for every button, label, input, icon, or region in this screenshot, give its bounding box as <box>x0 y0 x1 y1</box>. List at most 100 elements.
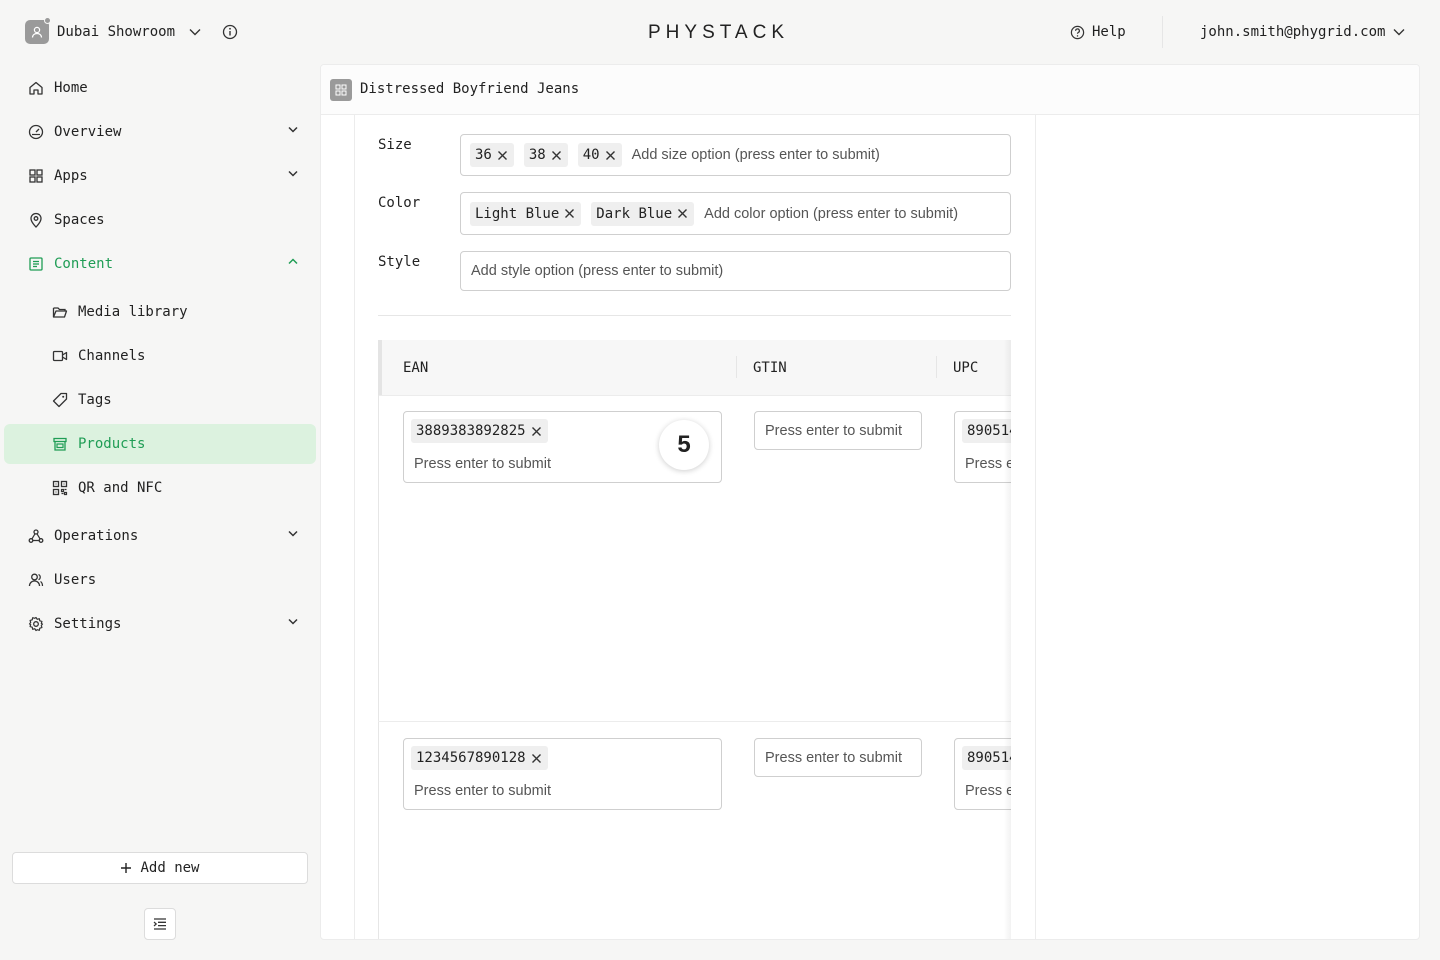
close-icon[interactable] <box>564 208 575 219</box>
content-border-left <box>354 115 355 939</box>
help-button[interactable]: Help <box>1070 24 1126 40</box>
home-icon <box>29 81 43 95</box>
column-header-upc: UPC <box>953 360 979 376</box>
sidebar-item-operations[interactable]: Operations <box>4 516 316 556</box>
top-bar: Dubai Showroom PHYSTACK Help john.smith@… <box>0 0 1440 64</box>
upc-input[interactable]: 890514 Press enter to submit <box>954 411 1011 483</box>
close-icon[interactable] <box>531 753 542 764</box>
collapse-sidebar-button[interactable] <box>144 908 176 940</box>
gtin-placeholder: Press enter to submit <box>765 423 902 439</box>
column-separator <box>936 356 937 378</box>
status-dot <box>44 17 51 24</box>
product-grid-icon <box>330 79 352 101</box>
sidebar-item-media-library[interactable]: Media library <box>4 292 316 332</box>
sidebar-item-channels[interactable]: Channels <box>4 336 316 376</box>
sidebar-item-label: Channels <box>78 348 146 364</box>
chip-label: 40 <box>582 147 600 163</box>
sidebar-item-label: Content <box>54 256 114 272</box>
sidebar-item-content[interactable]: Content <box>4 244 316 284</box>
sidebar-item-label: Home <box>54 80 88 96</box>
users-icon <box>28 573 44 587</box>
gauge-icon <box>28 124 44 140</box>
gtin-input[interactable]: Press enter to submit <box>754 411 922 450</box>
sidebar-item-overview[interactable]: Overview <box>4 112 316 152</box>
chevron-down-icon <box>189 29 201 36</box>
step-badge: 5 <box>659 420 709 470</box>
help-circle-icon <box>1070 25 1085 39</box>
color-placeholder: Add color option (press enter to submit) <box>704 205 959 222</box>
user-email: john.smith@phygrid.com <box>1200 24 1386 40</box>
sidebar-item-label: Media library <box>78 304 188 320</box>
size-label: Size <box>378 137 412 153</box>
sidebar-item-label: Products <box>78 436 146 452</box>
gtin-input[interactable]: Press enter to submit <box>754 738 922 777</box>
chip-label: 36 <box>475 147 492 163</box>
user-icon <box>31 26 43 38</box>
chip-label: 38 <box>528 147 546 163</box>
variants-table: EAN GTIN UPC 3889383892825 Press enter t… <box>378 340 1011 939</box>
page-title: Distressed Boyfriend Jeans <box>360 81 580 97</box>
color-chip: Dark Blue <box>591 201 695 226</box>
column-header-gtin: GTIN <box>753 360 787 376</box>
gtin-placeholder: Press enter to submit <box>765 750 902 766</box>
user-menu[interactable]: john.smith@phygrid.com <box>1200 24 1405 40</box>
sidebar-item-products[interactable]: Products <box>4 424 316 464</box>
sidebar-item-label: QR and NFC <box>78 480 163 496</box>
sidebar-item-tags[interactable]: Tags <box>4 380 316 420</box>
help-label: Help <box>1092 24 1126 40</box>
folder-open-icon <box>52 307 68 318</box>
size-chip: 36 <box>470 143 514 167</box>
chip-label: 3889383892825 <box>416 423 526 439</box>
size-chip: 40 <box>577 143 622 167</box>
ean-input[interactable]: 1234567890128 Press enter to submit <box>403 738 722 810</box>
brand-logo[interactable]: PHYSTACK <box>648 22 789 44</box>
tag-icon <box>52 392 68 408</box>
size-options-input[interactable]: 36 38 40 Add size option (press enter to… <box>460 134 1011 176</box>
add-new-label: Add new <box>140 860 200 876</box>
sidebar-item-label: Spaces <box>54 212 105 228</box>
chip-label: Light Blue <box>475 205 560 222</box>
color-label: Color <box>378 195 421 211</box>
table-header: EAN GTIN UPC <box>378 340 1011 395</box>
sidebar-item-spaces[interactable]: Spaces <box>4 200 316 240</box>
ean-placeholder: Press enter to submit <box>414 456 551 472</box>
sidebar-item-settings[interactable]: Settings <box>4 604 316 644</box>
sidebar-item-apps[interactable]: Apps <box>4 156 316 196</box>
ean-chip: 3889383892825 <box>411 419 548 443</box>
style-options-input[interactable]: Add style option (press enter to submit) <box>460 251 1011 291</box>
location-pin-icon <box>30 212 42 228</box>
close-icon[interactable] <box>531 426 542 437</box>
qr-code-icon <box>52 480 68 496</box>
chevron-down-icon <box>288 170 298 177</box>
ean-chip: 1234567890128 <box>411 746 548 770</box>
chevron-down-icon <box>288 618 298 625</box>
sidebar-item-label: Operations <box>54 528 139 544</box>
product-header: Distressed Boyfriend Jeans <box>321 65 1419 115</box>
sidebar-item-users[interactable]: Users <box>4 560 316 600</box>
close-icon[interactable] <box>605 150 616 161</box>
grid-icon <box>29 169 43 183</box>
sidebar-item-label: Tags <box>78 392 112 408</box>
column-header-ean: EAN <box>403 360 429 376</box>
store-icon <box>53 437 67 451</box>
sidebar-item-qr-and-nfc[interactable]: QR and NFC <box>4 468 316 508</box>
add-new-button[interactable]: Add new <box>12 852 308 884</box>
gear-icon <box>28 616 44 632</box>
sidebar-item-label: Overview <box>54 124 122 140</box>
close-icon[interactable] <box>677 208 688 219</box>
chip-label: Dark Blue <box>596 205 673 222</box>
color-options-input[interactable]: Light Blue Dark Blue Add color option (p… <box>460 192 1011 235</box>
section-divider <box>378 315 1011 316</box>
style-label: Style <box>378 254 421 270</box>
plus-icon <box>121 863 132 873</box>
info-icon[interactable] <box>222 24 238 40</box>
upc-input[interactable]: 890514 Press enter to submit <box>954 738 1011 810</box>
indent-icon <box>153 918 166 930</box>
main-panel: Distressed Boyfriend Jeans Size 36 38 40… <box>320 64 1420 940</box>
org-name: Dubai Showroom <box>57 24 176 40</box>
sidebar-item-home[interactable]: Home <box>4 68 316 108</box>
column-separator <box>736 356 737 378</box>
close-icon[interactable] <box>497 150 508 161</box>
org-switcher[interactable]: Dubai Showroom <box>25 17 201 44</box>
close-icon[interactable] <box>551 150 562 161</box>
